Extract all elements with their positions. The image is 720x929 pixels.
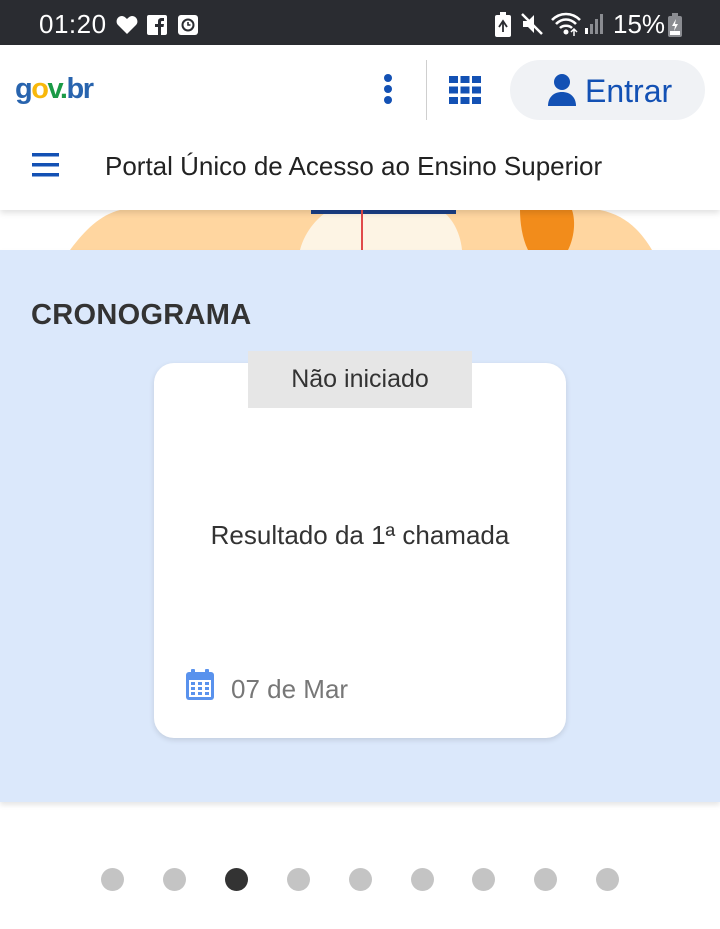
login-button[interactable]: Entrar — [510, 60, 705, 120]
portal-title: Portal Único de Acesso ao Ensino Superio… — [105, 151, 603, 181]
carousel-dot[interactable] — [472, 868, 495, 891]
apps-grid-icon[interactable] — [448, 75, 482, 105]
carousel-dot[interactable] — [411, 868, 434, 891]
status-time: 01:20 — [39, 9, 107, 39]
section-title: CRONOGRAMA — [31, 299, 252, 331]
app-header: gov.br Entrar Portal Único de Acesso ao … — [0, 45, 720, 210]
carousel-dot[interactable] — [349, 868, 372, 891]
calendar-icon — [186, 669, 214, 705]
hamburger-menu-icon[interactable] — [32, 153, 60, 177]
carousel-dot[interactable] — [101, 868, 124, 891]
battery-icon — [668, 13, 682, 42]
carousel-dot[interactable] — [225, 868, 248, 891]
battery-saver-icon — [495, 12, 511, 43]
status-bar: 01:20 15% — [0, 0, 720, 45]
carousel-dot[interactable] — [287, 868, 310, 891]
hero-illustration — [0, 210, 720, 250]
govbr-logo[interactable]: gov.br — [15, 73, 94, 106]
carousel-pagination — [0, 868, 720, 892]
event-name: Resultado da 1ª chamada — [210, 520, 510, 550]
facebook-icon — [147, 15, 167, 40]
login-label: Entrar — [585, 73, 673, 109]
clock-app-icon — [178, 15, 198, 40]
user-icon — [548, 74, 576, 111]
wifi-icon — [550, 11, 582, 42]
cronograma-section: CRONOGRAMA Não iniciado Resultado da 1ª … — [0, 250, 720, 802]
battery-percent: 15% — [613, 9, 666, 39]
carousel-dot[interactable] — [534, 868, 557, 891]
header-divider — [426, 60, 427, 120]
more-options-icon[interactable] — [376, 73, 400, 107]
signal-icon — [584, 13, 606, 40]
mute-icon — [520, 12, 544, 41]
event-date: 07 de Mar — [231, 674, 349, 704]
schedule-card[interactable]: Não iniciado Resultado da 1ª chamada 07 … — [154, 351, 566, 738]
carousel-dot[interactable] — [163, 868, 186, 891]
heart-icon — [116, 15, 138, 40]
carousel-dot[interactable] — [596, 868, 619, 891]
status-badge: Não iniciado — [248, 351, 472, 408]
